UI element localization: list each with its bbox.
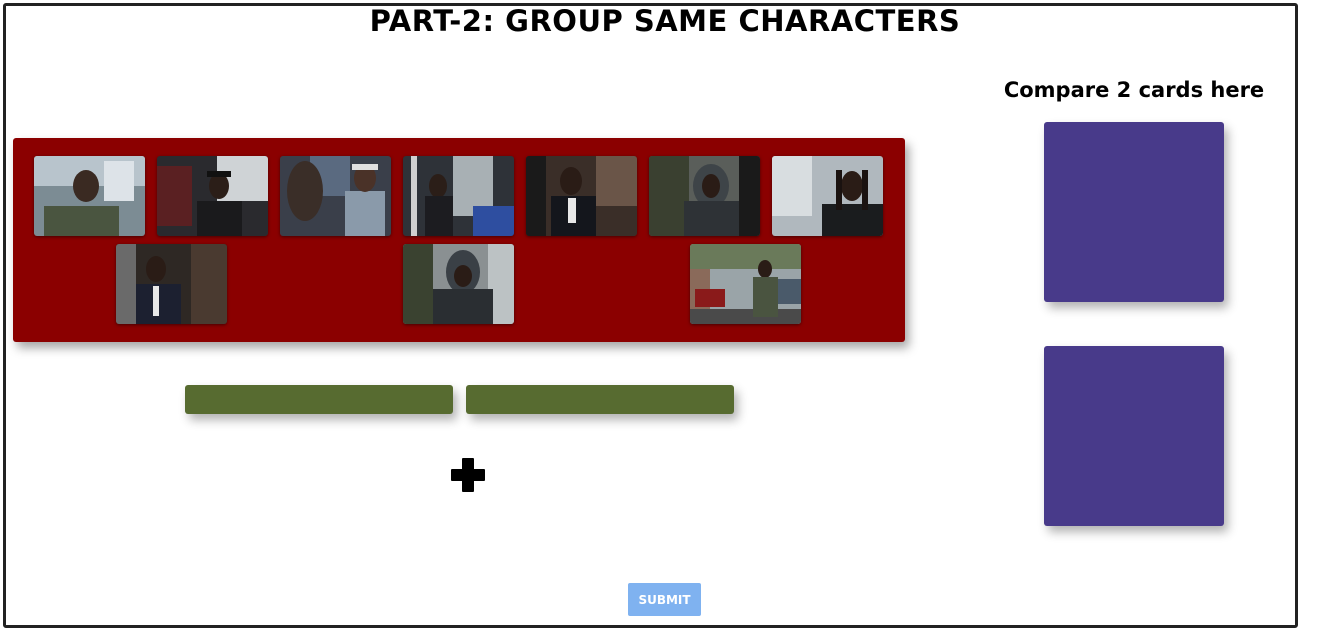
group-box[interactable] <box>466 385 734 414</box>
character-card[interactable] <box>526 156 637 236</box>
character-card[interactable] <box>34 156 145 236</box>
page-title: PART-2: GROUP SAME CHARACTERS <box>369 4 961 38</box>
character-card[interactable] <box>772 156 883 236</box>
group-box[interactable] <box>185 385 453 414</box>
character-card[interactable] <box>403 156 514 236</box>
card-pool[interactable] <box>13 138 905 342</box>
character-card[interactable] <box>116 244 227 324</box>
character-card[interactable] <box>280 156 391 236</box>
character-card[interactable] <box>649 156 760 236</box>
character-card[interactable] <box>403 244 514 324</box>
compare-label: Compare 2 cards here <box>1003 78 1265 102</box>
plus-icon[interactable] <box>450 457 486 493</box>
compare-slot[interactable] <box>1044 122 1224 302</box>
submit-button[interactable]: SUBMIT <box>628 583 701 616</box>
character-card[interactable] <box>157 156 268 236</box>
compare-slot[interactable] <box>1044 346 1224 526</box>
character-card[interactable] <box>690 244 801 324</box>
